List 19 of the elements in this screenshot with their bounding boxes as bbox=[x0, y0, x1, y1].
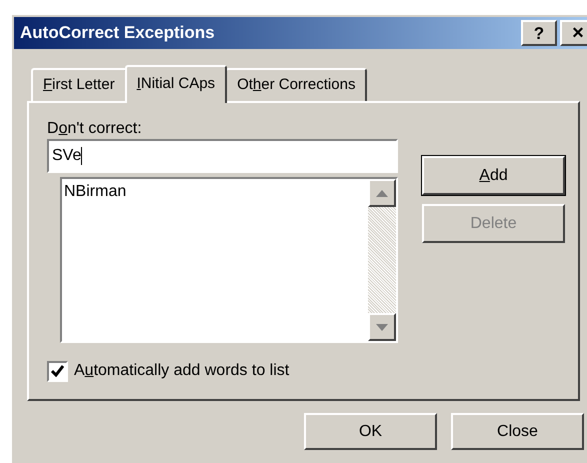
window-title: AutoCorrect Exceptions bbox=[20, 22, 215, 44]
close-button[interactable]: × bbox=[560, 20, 587, 46]
down-arrow-icon bbox=[376, 324, 388, 330]
up-arrow-icon bbox=[376, 190, 388, 196]
help-button[interactable]: ? bbox=[521, 20, 557, 46]
tab[interactable]: INitial CAps bbox=[124, 65, 228, 103]
add-button[interactable]: Add bbox=[422, 156, 565, 195]
checkbox[interactable] bbox=[47, 360, 68, 382]
close-dialog-button[interactable]: Close bbox=[451, 413, 584, 450]
ok-button[interactable]: OK bbox=[304, 413, 437, 450]
word-list[interactable]: NBirman bbox=[60, 177, 398, 343]
list-item[interactable]: NBirman bbox=[64, 182, 366, 202]
field-label: Don't correct: bbox=[47, 119, 143, 139]
scrollbar[interactable] bbox=[368, 179, 396, 341]
tab[interactable]: First Letter bbox=[31, 68, 127, 101]
checkmark-icon bbox=[51, 365, 64, 377]
tab[interactable]: Other Corrections bbox=[225, 68, 368, 101]
checkbox-label: Automatically add words to list bbox=[74, 361, 290, 381]
input-field[interactable]: SVe bbox=[47, 139, 398, 173]
